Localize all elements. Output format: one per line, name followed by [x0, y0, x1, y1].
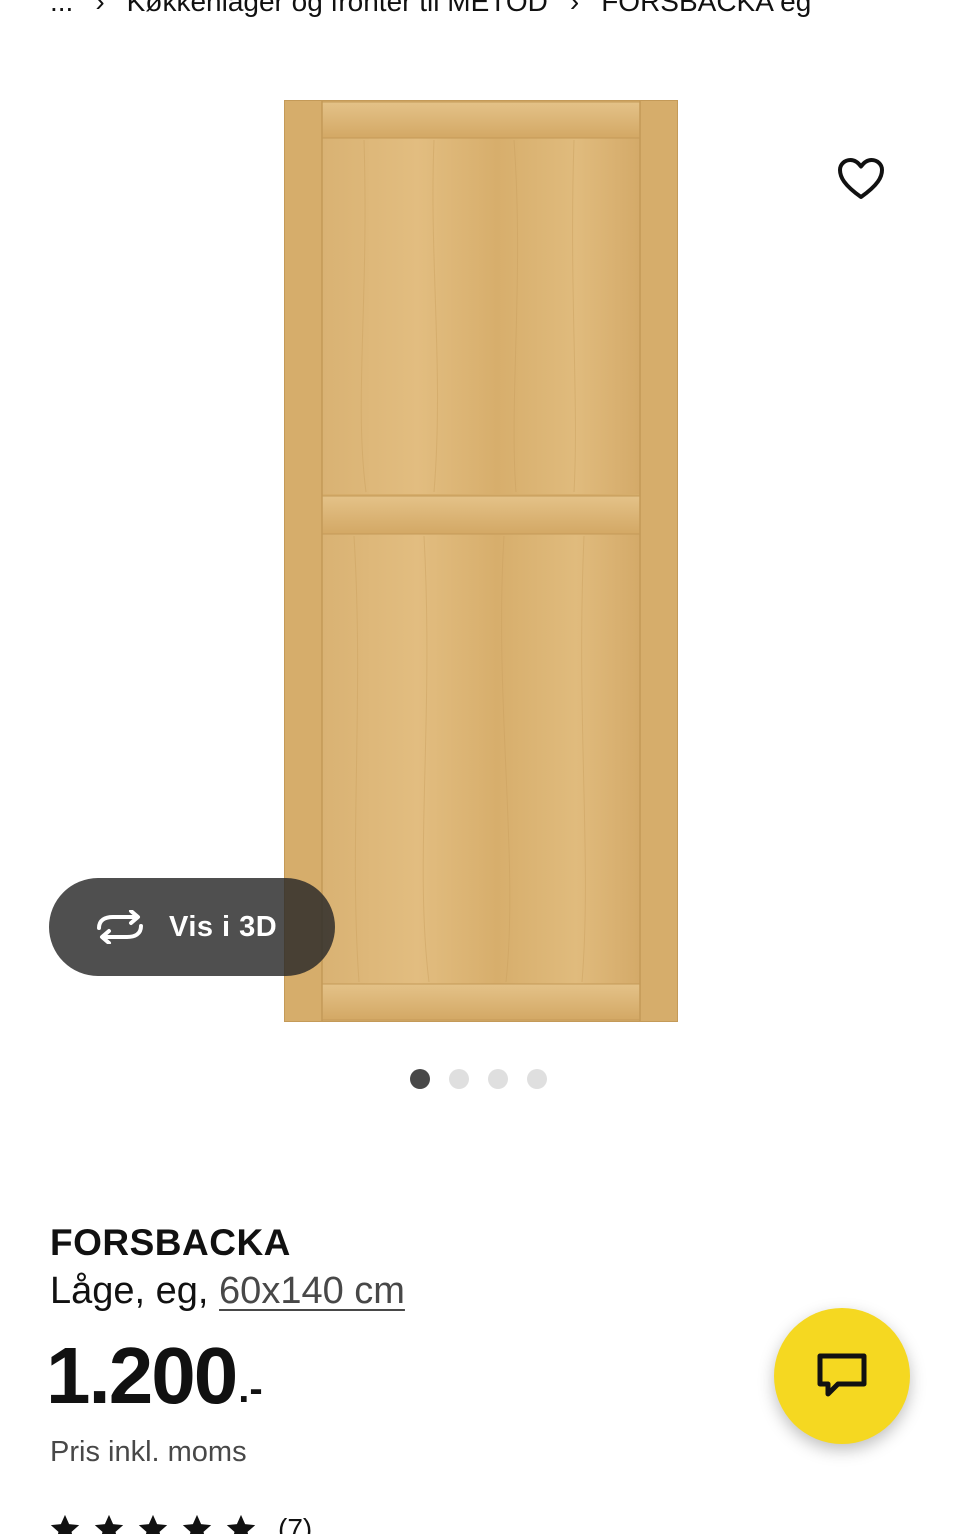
- chat-button[interactable]: [774, 1308, 910, 1444]
- wishlist-button[interactable]: [836, 156, 886, 202]
- product-name: FORSBACKA: [50, 1222, 291, 1263]
- view-in-3d-button[interactable]: Vis i 3D: [49, 878, 335, 976]
- rotate-3d-icon: [97, 910, 143, 944]
- product-description: Låge, eg, 60x140 cm: [50, 1270, 405, 1313]
- chat-bubble-icon: [817, 1353, 867, 1397]
- star-icon: [138, 1514, 168, 1534]
- breadcrumb-item-product[interactable]: FORSBACKA eg: [601, 0, 811, 18]
- product-description-text: Låge, eg,: [50, 1270, 220, 1312]
- breadcrumb-item-kitchen-fronts[interactable]: Køkkenlåger og fronter til METOD: [127, 0, 548, 18]
- chevron-right-icon: ›: [95, 0, 105, 17]
- price-amount: 1.200: [46, 1331, 238, 1420]
- star-icon: [226, 1514, 256, 1534]
- product-price: 1.200 .-: [46, 1336, 263, 1416]
- product-image-door: [284, 100, 678, 1022]
- view-in-3d-label: Vis i 3D: [169, 910, 278, 943]
- chevron-right-icon: ›: [569, 0, 580, 17]
- gallery-dot[interactable]: [410, 1069, 430, 1089]
- price-note: Pris inkl. moms: [50, 1436, 247, 1468]
- star-icon: [94, 1514, 124, 1534]
- heart-outline-icon: [838, 158, 884, 199]
- gallery-dot[interactable]: [527, 1069, 547, 1089]
- gallery-pagination: [410, 1069, 547, 1089]
- breadcrumb-ellipsis[interactable]: ...: [50, 0, 73, 18]
- product-rating[interactable]: (7): [48, 1512, 312, 1534]
- star-icon: [50, 1514, 80, 1534]
- gallery-dot[interactable]: [449, 1069, 469, 1089]
- price-suffix: .-: [238, 1367, 263, 1411]
- product-size-link[interactable]: 60x140 cm: [219, 1270, 405, 1313]
- rating-count: (7): [278, 1513, 313, 1534]
- gallery-dot[interactable]: [488, 1069, 508, 1089]
- breadcrumb: ... › Køkkenlåger og fronter til METOD ›…: [50, 0, 811, 18]
- star-icon: [182, 1514, 212, 1534]
